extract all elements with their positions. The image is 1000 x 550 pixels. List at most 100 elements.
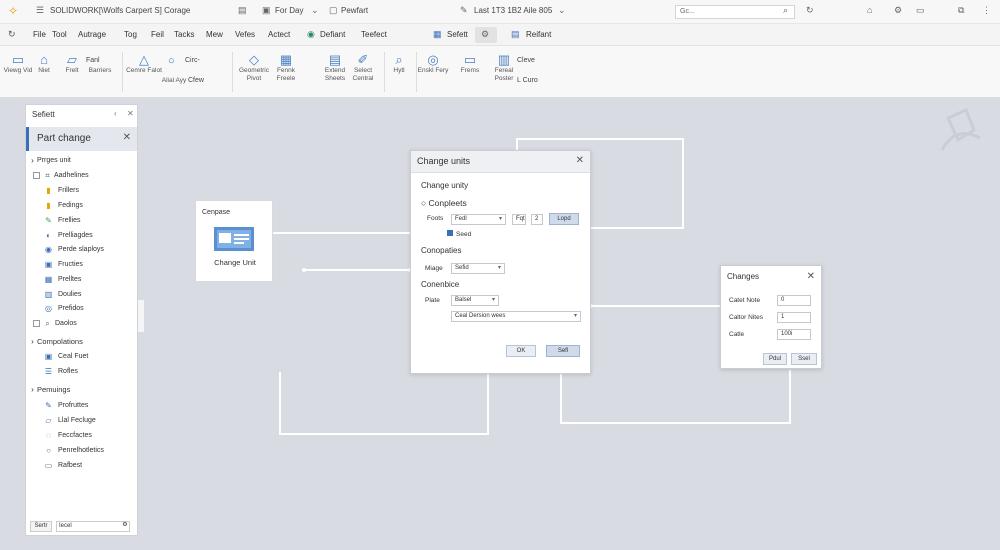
ribbon-small-cleve[interactable]: Cleve [517, 57, 535, 64]
tree-item[interactable]: ✎ Frellies [26, 214, 137, 227]
changes-row-input[interactable]: 0 [777, 295, 811, 306]
app-logo-icon: ✧ [8, 4, 19, 18]
tree-section[interactable]: › Compolations [26, 335, 137, 348]
menu-icon[interactable]: ☰ [36, 5, 44, 16]
doc-menu[interactable]: For Day [275, 6, 303, 15]
row3-label: Plate [425, 297, 440, 304]
tree-item[interactable]: ▣ Fructies [26, 258, 137, 271]
tab-part-change[interactable]: Part change ✕ [26, 127, 137, 151]
load-button[interactable]: Lopd [549, 213, 579, 225]
ribbon-tool-frems[interactable]: ▭ Frems [452, 52, 488, 75]
tree-section[interactable]: ⌗ Aadhelines [26, 169, 137, 182]
tree-section[interactable]: › Prrges unit [26, 154, 137, 167]
filter-button[interactable]: Sertr [30, 521, 52, 532]
tree-item[interactable]: ▦ Prelltes [26, 273, 137, 286]
changes-row-input[interactable]: 1 [777, 312, 811, 323]
seed-checkbox[interactable]: Seed [447, 230, 471, 238]
window-icon[interactable]: ▭ [916, 5, 925, 16]
ssel-button[interactable]: Ssel [791, 353, 817, 365]
menu-teefect[interactable]: Teefect [361, 30, 387, 39]
radio-complete[interactable]: ○ Conpleets [421, 198, 467, 208]
tree-item-label: Llal Fecluge [58, 417, 96, 424]
tree-item[interactable]: ▣ Ceal Fuet [26, 350, 137, 363]
copy-icon[interactable]: ⧉ [958, 5, 964, 16]
ribbon-small-lcuro[interactable]: L Curo [517, 77, 538, 84]
tree-item-label: Daolos [55, 320, 77, 327]
ok-button[interactable]: OK [506, 345, 536, 357]
ribbon-small-cfew[interactable]: Cfew [188, 77, 204, 84]
tree-item[interactable]: ☰ Rofles [26, 365, 137, 378]
changes-row-label: Catle [729, 331, 745, 338]
close-icon[interactable]: ✕ [807, 271, 815, 282]
mage-select[interactable]: Sefid [451, 263, 505, 274]
ribbon-tool-hytl[interactable]: ⌕ Hytl [381, 52, 417, 75]
ribbon-tool-select[interactable]: ✐ Select Central [345, 52, 381, 83]
units-box[interactable]: Fqt [512, 214, 526, 225]
menu-vefes[interactable]: Vefes [235, 30, 255, 39]
ribbon-separator [232, 52, 233, 92]
more-icon[interactable]: ⋮ [982, 5, 991, 16]
close-icon[interactable]: ✕ [576, 155, 584, 166]
ribbon-tool-fennk[interactable]: ▦ Fennk Freele [268, 52, 304, 83]
calendar-icon: ▣ [262, 5, 271, 15]
tree-item[interactable]: ✎ Profruttes [26, 399, 137, 412]
refresh-icon[interactable]: ↻ [8, 29, 16, 40]
checkbox-icon[interactable] [33, 172, 40, 179]
menu-tog[interactable]: Tog [124, 30, 137, 39]
menu-mew[interactable]: Mew [206, 30, 223, 39]
search-icon[interactable]: ⌕ [783, 5, 788, 16]
panel-icon: ▦ [433, 29, 442, 39]
pdul-button[interactable]: Pdul [763, 353, 787, 365]
changes-row-input[interactable]: 100i [777, 329, 811, 340]
menu-autrage[interactable]: Autrage [78, 30, 106, 39]
home-icon[interactable]: ⌂ [867, 5, 872, 15]
refresh-icon[interactable]: ↻ [806, 5, 814, 16]
tree-item[interactable]: ▮ Frillers [26, 184, 137, 197]
ribbon-tool-geometric[interactable]: ◇ Geometric Pivot [236, 52, 272, 83]
tree-item[interactable]: ⌕ Daolos [26, 317, 137, 330]
chevron-left-icon[interactable]: ‹ [114, 109, 117, 118]
tree-section[interactable]: › Pemuings [26, 383, 137, 396]
tree-item[interactable]: ▭ Rafbest [26, 459, 137, 472]
apply-button[interactable]: Sefl [546, 345, 580, 357]
menu-defiant[interactable]: Defiant [320, 30, 345, 39]
ribbon-tool-alial[interactable]: Alial Ayy [156, 62, 192, 85]
tree-item[interactable]: ▥ Doulies [26, 288, 137, 301]
units-select[interactable]: Fedl [451, 214, 506, 225]
changes-row-label: Catet Note [729, 297, 761, 304]
decimals-box[interactable]: 2 [531, 214, 543, 225]
tree-item[interactable]: ▮ Fedings [26, 199, 137, 212]
gear-icon[interactable]: ⚙ [118, 521, 132, 532]
menu-file[interactable]: File [33, 30, 46, 39]
chevron-down-icon[interactable]: ⌄ [558, 5, 566, 16]
menu-sefett[interactable]: Sefett [447, 30, 468, 39]
menu-tacks[interactable]: Tacks [174, 30, 194, 39]
tree-item[interactable]: ▱ Llal Fecluge [26, 414, 137, 427]
checkbox-icon[interactable] [33, 320, 40, 327]
menu-tool[interactable]: Tool [52, 30, 67, 39]
close-icon[interactable]: ✕ [127, 109, 134, 118]
menu-reifant[interactable]: Reifant [526, 30, 551, 39]
tree-item[interactable]: ○ Penrelhotletics [26, 444, 137, 457]
close-icon[interactable]: ✕ [123, 132, 131, 143]
ribbon-tool-enskl[interactable]: ◎ Enskl Fery [415, 52, 451, 75]
menu-actect[interactable]: Actect [268, 30, 290, 39]
tree-item[interactable]: ◐ Prelliagdes [26, 229, 137, 242]
ribbon-small-fanl[interactable]: Fanl [86, 57, 100, 64]
new-item[interactable]: Pewfart [341, 6, 368, 15]
gear-icon[interactable]: ⚙ [481, 29, 489, 40]
plate-select[interactable]: Balsel [451, 295, 499, 306]
settings-icon[interactable]: ⚙ [894, 5, 902, 16]
menu-feil[interactable]: Feil [151, 30, 164, 39]
search-input[interactable]: Gc... [675, 5, 795, 19]
version-select[interactable]: Ceal Dersion wees [451, 311, 581, 322]
tree-item[interactable]: ◎ Prefidos [26, 302, 137, 315]
report-icon: ▤ [511, 29, 520, 39]
tree-item[interactable]: ◉ Perde slaploys [26, 243, 137, 256]
panel-scroll-handle[interactable] [138, 300, 144, 332]
tree-item[interactable]: ◌ Feccfactes [26, 429, 137, 442]
item-icon: ◎ [45, 304, 52, 313]
change-unit-node[interactable]: Cenpase Change Unit [195, 200, 273, 282]
changes-dialog: Changes ✕ Catet Note 0 Caltor Nites 1 Ca… [720, 265, 822, 369]
chevron-down-icon[interactable]: ⌄ [311, 5, 319, 16]
